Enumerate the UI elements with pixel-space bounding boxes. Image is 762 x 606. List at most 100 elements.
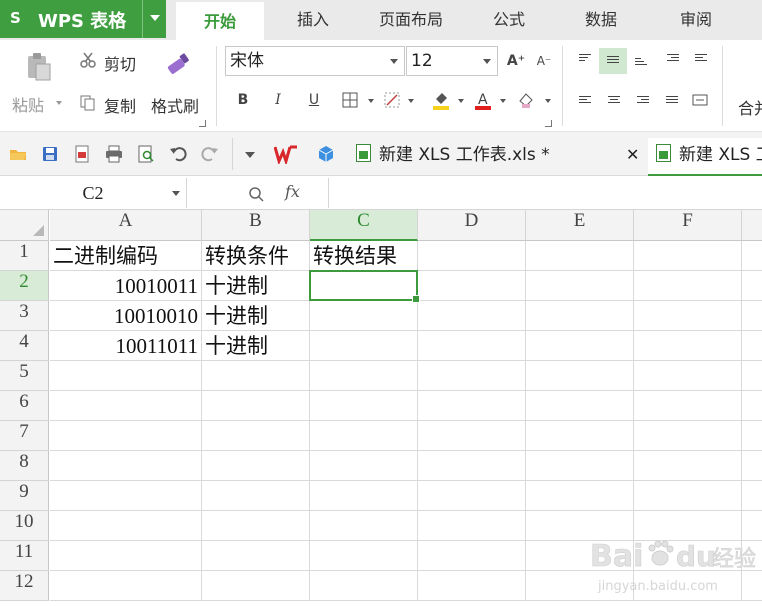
customize-toolbar-icon[interactable]: [245, 152, 255, 158]
align-middle-button[interactable]: [599, 48, 627, 74]
cut-button[interactable]: 剪切: [104, 51, 136, 75]
cell-c10[interactable]: [310, 511, 418, 541]
cell-e11[interactable]: [526, 541, 634, 571]
cell-d6[interactable]: [418, 391, 526, 421]
row-header-3[interactable]: 3: [0, 301, 49, 331]
cell-a1[interactable]: 二进制编码: [50, 241, 202, 271]
clear-borders-dropdown-icon[interactable]: [408, 99, 414, 103]
cell-e9[interactable]: [526, 481, 634, 511]
shrink-font-button[interactable]: A⁻: [533, 50, 555, 72]
chevron-down-icon[interactable]: [390, 59, 398, 64]
cell-d7[interactable]: [418, 421, 526, 451]
cell-d9[interactable]: [418, 481, 526, 511]
cell-c5[interactable]: [310, 361, 418, 391]
column-header-e[interactable]: E: [526, 210, 634, 241]
doc-tab-2-active[interactable]: 新建 XLS 工: [648, 138, 762, 176]
cell-a5[interactable]: [50, 361, 202, 391]
cell-d8[interactable]: [418, 451, 526, 481]
cell-b8[interactable]: [202, 451, 310, 481]
save-icon[interactable]: [40, 144, 60, 164]
cell-f5[interactable]: [634, 361, 742, 391]
cell-d2[interactable]: [418, 271, 526, 301]
row-header-4[interactable]: 4: [0, 331, 49, 361]
cell-d3[interactable]: [418, 301, 526, 331]
column-header-d[interactable]: D: [418, 210, 526, 241]
font-color-dropdown-icon[interactable]: [500, 99, 506, 103]
cell-f1[interactable]: [634, 241, 742, 271]
cell-c1[interactable]: 转换结果: [310, 241, 418, 271]
cell-d12[interactable]: [418, 571, 526, 601]
cell-b5[interactable]: [202, 361, 310, 391]
cell-overflow[interactable]: [742, 511, 762, 541]
cell-d1[interactable]: [418, 241, 526, 271]
cell-c8[interactable]: [310, 451, 418, 481]
font-color-icon[interactable]: A: [474, 90, 492, 110]
row-header-9[interactable]: 9: [0, 481, 49, 511]
row-header-11[interactable]: 11: [0, 541, 49, 571]
chevron-down-icon[interactable]: [172, 191, 180, 196]
cell-f9[interactable]: [634, 481, 742, 511]
cell-e1[interactable]: [526, 241, 634, 271]
cell-a10[interactable]: [50, 511, 202, 541]
cell-overflow[interactable]: [742, 571, 762, 601]
borders-dropdown-icon[interactable]: [368, 99, 374, 103]
decrease-indent-icon[interactable]: [667, 54, 679, 64]
borders-icon[interactable]: [342, 92, 358, 108]
clear-borders-icon[interactable]: [384, 92, 400, 108]
cell-b11[interactable]: [202, 541, 310, 571]
row-header-2[interactable]: 2: [0, 271, 49, 301]
cell-a4[interactable]: 10011011: [50, 331, 202, 361]
row-header-6[interactable]: 6: [0, 391, 49, 421]
cell-c2[interactable]: [309, 270, 420, 303]
bold-button[interactable]: B: [232, 89, 254, 111]
cell-overflow[interactable]: [742, 271, 762, 301]
cell-e12[interactable]: [526, 571, 634, 601]
chevron-down-icon[interactable]: [483, 59, 491, 64]
scissors-icon[interactable]: [80, 52, 96, 68]
spreadsheet-grid[interactable]: ABCDEF 1 2 3 4 5 6 7 8 9 10 11 12 二进制编码 转换条件 转换结果 1001…: [0, 210, 762, 606]
cell-d5[interactable]: [418, 361, 526, 391]
cell-overflow[interactable]: [742, 241, 762, 271]
tab-formulas[interactable]: 公式: [470, 0, 548, 40]
cell-f10[interactable]: [634, 511, 742, 541]
align-top-icon[interactable]: [579, 54, 591, 64]
export-pdf-icon[interactable]: [72, 144, 92, 164]
cell-c4[interactable]: [310, 331, 418, 361]
cell-f11[interactable]: [634, 541, 742, 571]
clear-format-dropdown-icon[interactable]: [545, 99, 551, 103]
font-dialog-launcher[interactable]: [545, 120, 552, 127]
row-header-10[interactable]: 10: [0, 511, 49, 541]
cell-b6[interactable]: [202, 391, 310, 421]
chevron-down-icon[interactable]: [150, 15, 160, 21]
fill-color-dropdown-icon[interactable]: [458, 99, 464, 103]
tab-data[interactable]: 数据: [560, 0, 642, 40]
format-painter-icon[interactable]: [164, 52, 192, 80]
align-right-icon[interactable]: [637, 96, 649, 106]
cell-d4[interactable]: [418, 331, 526, 361]
cell-overflow[interactable]: [742, 361, 762, 391]
cell-f6[interactable]: [634, 391, 742, 421]
column-header-a[interactable]: A: [50, 210, 202, 241]
wps-brand-icon[interactable]: [274, 144, 298, 164]
paste-icon[interactable]: [24, 52, 52, 82]
format-painter-button[interactable]: 格式刷: [151, 93, 199, 117]
cell-b1[interactable]: 转换条件: [202, 241, 310, 271]
cell-e5[interactable]: [526, 361, 634, 391]
underline-button[interactable]: U: [303, 89, 325, 111]
increase-indent-icon[interactable]: [695, 54, 707, 64]
cell-overflow[interactable]: [742, 541, 762, 571]
cell-d11[interactable]: [418, 541, 526, 571]
distributed-align-icon[interactable]: [692, 92, 708, 108]
cell-a6[interactable]: [50, 391, 202, 421]
cell-a3[interactable]: 10010010: [50, 301, 202, 331]
cell-f7[interactable]: [634, 421, 742, 451]
name-box[interactable]: C2: [0, 178, 187, 208]
redo-icon[interactable]: [200, 144, 220, 164]
cell-a11[interactable]: [50, 541, 202, 571]
copy-button[interactable]: 复制: [104, 93, 136, 117]
cell-b10[interactable]: [202, 511, 310, 541]
grow-font-button[interactable]: A⁺: [505, 50, 527, 72]
cell-e7[interactable]: [526, 421, 634, 451]
paste-dropdown-icon[interactable]: [56, 101, 62, 105]
tab-page-layout[interactable]: 页面布局: [364, 0, 458, 40]
